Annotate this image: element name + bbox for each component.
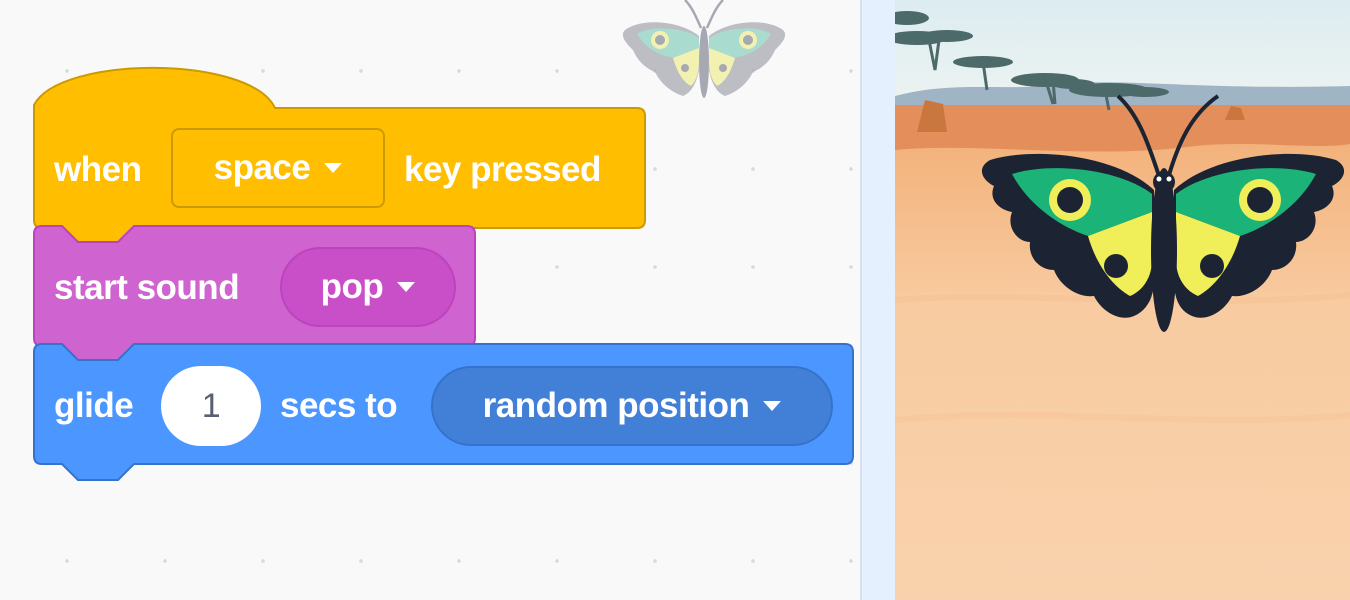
glide-target-dropdown[interactable]: random position — [431, 366, 833, 446]
butterfly-sprite-icon[interactable] — [978, 90, 1348, 350]
start-sound-label: start sound — [54, 268, 240, 307]
panel-divider[interactable] — [860, 0, 895, 600]
key-dropdown[interactable]: space — [171, 128, 385, 208]
sound-dropdown-value: pop — [320, 267, 384, 306]
key-dropdown-value: space — [213, 148, 311, 187]
secs-input[interactable]: 1 — [161, 366, 261, 446]
code-area[interactable]: when space key pressed start sound pop g… — [0, 0, 860, 600]
caret-down-icon — [763, 401, 782, 411]
stage[interactable] — [895, 0, 1350, 600]
caret-down-icon — [397, 282, 416, 292]
key-pressed-label: key pressed — [404, 150, 601, 189]
secs-input-value: 1 — [201, 386, 221, 425]
glide-target-value: random position — [482, 386, 750, 425]
sound-dropdown[interactable]: pop — [280, 247, 456, 327]
caret-down-icon — [324, 163, 343, 173]
when-label: when — [54, 150, 142, 189]
secs-to-label: secs to — [280, 386, 398, 425]
glide-label: glide — [54, 386, 134, 425]
